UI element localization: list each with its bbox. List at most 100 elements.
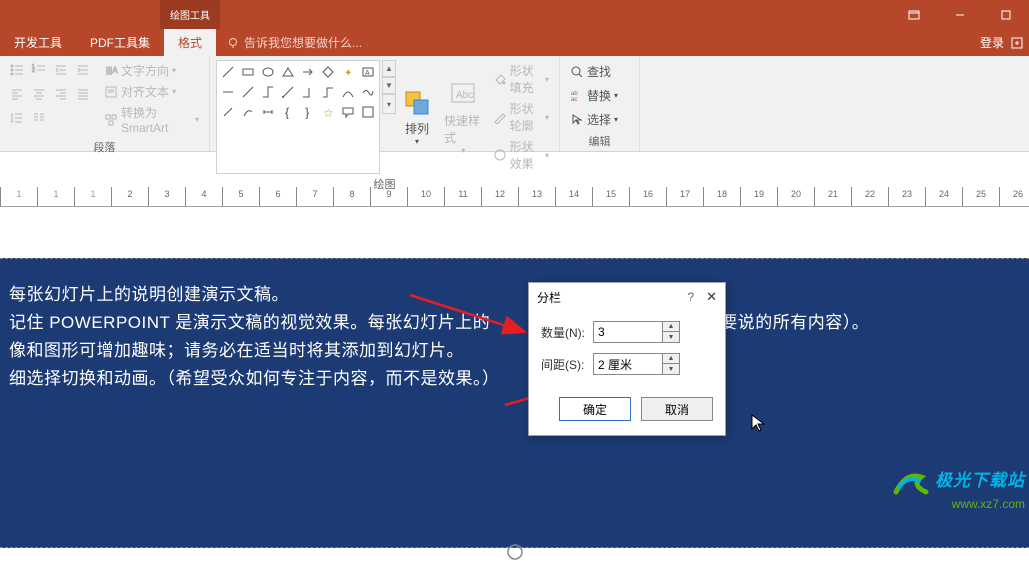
ok-button[interactable]: 确定: [559, 397, 631, 421]
ruler-tick: 11: [444, 187, 481, 206]
shape-oval-icon[interactable]: [259, 63, 277, 81]
shape-action-icon[interactable]: [359, 103, 377, 121]
shape-curve-icon[interactable]: [339, 83, 357, 101]
shape-rbrace-icon[interactable]: }: [299, 103, 317, 121]
justify-icon[interactable]: [72, 84, 94, 104]
minimize-icon[interactable]: [937, 0, 983, 29]
align-center-icon[interactable]: [28, 84, 50, 104]
shape-doubleelbow-icon[interactable]: [319, 83, 337, 101]
shape-connector4-icon[interactable]: [279, 83, 297, 101]
spacing-input[interactable]: [593, 353, 663, 375]
ruler-tick: 16: [629, 187, 666, 206]
columns-icon[interactable]: [28, 108, 50, 128]
spin-up-icon[interactable]: ▲: [663, 322, 679, 332]
watermark: 极光下载站 www.xz7.com: [891, 466, 1025, 511]
spacing-spinner[interactable]: ▲▼: [663, 353, 680, 375]
spin-down-icon[interactable]: ▼: [663, 332, 679, 342]
paragraph-align-buttons: 12: [6, 60, 94, 137]
svg-text:Abc: Abc: [456, 90, 473, 101]
shape-more-icon[interactable]: ▾: [382, 94, 396, 114]
shape-outline-button[interactable]: 形状轮廓▾: [489, 98, 553, 136]
ribbon-tab-row: 开发工具 PDF工具集 格式 告诉我您想要做什么... 登录: [0, 29, 1029, 56]
ruler-tick: 13: [518, 187, 555, 206]
horizontal-ruler[interactable]: 1112345678910111213141516171819202122232…: [0, 187, 1029, 207]
shape-fill-button[interactable]: 形状填充▾: [489, 60, 553, 98]
shape-star2-icon[interactable]: ☆: [319, 103, 337, 121]
tell-me-search[interactable]: 告诉我您想要做什么...: [226, 29, 362, 56]
spin-up-icon[interactable]: ▲: [663, 354, 679, 364]
shape-extra3-icon[interactable]: [259, 103, 277, 121]
bullets-icon[interactable]: [6, 60, 28, 80]
text-direction-button[interactable]: |||A文字方向▾: [100, 60, 203, 81]
text-box-content[interactable]: 每张幻灯片上的说明创建演示文稿。 记住 POWERPOINT 是演示文稿的视觉效…: [9, 281, 1020, 393]
numbering-icon[interactable]: 12: [28, 60, 50, 80]
arrange-button[interactable]: 排列 ▾: [396, 60, 438, 174]
shape-freeform-icon[interactable]: [359, 83, 377, 101]
shape-up-icon[interactable]: ▲: [382, 60, 396, 77]
find-button[interactable]: 查找: [566, 61, 622, 82]
shape-elbow-icon[interactable]: [299, 83, 317, 101]
shape-line-icon[interactable]: [219, 63, 237, 81]
tab-developer[interactable]: 开发工具: [0, 29, 76, 56]
text-box-shape[interactable]: 每张幻灯片上的说明创建演示文稿。 记住 POWERPOINT 是演示文稿的视觉效…: [0, 258, 1029, 548]
shape-diamond-icon[interactable]: [319, 63, 337, 81]
align-left-icon[interactable]: [6, 84, 28, 104]
ribbon-group-paragraph-label: 段落: [6, 137, 203, 155]
shape-extra1-icon[interactable]: [219, 103, 237, 121]
dialog-help-icon[interactable]: ?: [687, 290, 694, 304]
line-spacing-icon[interactable]: [6, 108, 28, 128]
slide-editor[interactable]: 每张幻灯片上的说明创建演示文稿。 记住 POWERPOINT 是演示文稿的视觉效…: [0, 210, 1029, 550]
align-right-icon[interactable]: [50, 84, 72, 104]
ruler-tick: 1: [74, 187, 111, 206]
dialog-close-icon[interactable]: ✕: [706, 289, 717, 305]
maximize-icon[interactable]: [983, 0, 1029, 29]
cancel-button[interactable]: 取消: [641, 397, 713, 421]
shape-connector2-icon[interactable]: [239, 83, 257, 101]
ruler-tick: 19: [740, 187, 777, 206]
tab-format[interactable]: 格式: [164, 29, 216, 56]
convert-smartart-label: 转换为 SmartArt: [121, 104, 192, 135]
columns-dialog: 分栏 ? ✕ 数量(N): ▲▼ 间距(S): ▲▼ 确定 取消: [528, 282, 726, 436]
sign-in-link[interactable]: 登录: [980, 29, 1024, 56]
share-icon: [1010, 36, 1024, 50]
shape-gallery[interactable]: ✦ A { } ☆: [216, 60, 380, 174]
shape-down-icon[interactable]: ▼: [382, 77, 396, 94]
ribbon-group-editing: 查找 abac替换▾ 选择▾ 编辑: [560, 56, 640, 151]
dialog-titlebar[interactable]: 分栏 ? ✕: [529, 283, 725, 311]
shape-effects-button[interactable]: 形状效果▾: [489, 136, 553, 174]
ribbon-display-options-icon[interactable]: [891, 0, 937, 29]
count-spinner[interactable]: ▲▼: [663, 321, 680, 343]
tab-pdf-tools[interactable]: PDF工具集: [76, 29, 164, 56]
shape-callout-icon[interactable]: [339, 103, 357, 121]
rotate-handle-icon[interactable]: [505, 542, 525, 567]
decrease-indent-icon[interactable]: [50, 60, 72, 80]
select-button[interactable]: 选择▾: [566, 109, 622, 130]
quick-styles-button[interactable]: Abc 快速样式 ▾: [438, 60, 489, 174]
ruler-tick: 25: [962, 187, 999, 206]
title-bar: 绘图工具: [0, 0, 1029, 29]
convert-smartart-button[interactable]: 转换为 SmartArt▾: [100, 102, 203, 137]
align-text-button[interactable]: 对齐文本▾: [100, 81, 203, 102]
dialog-title-text: 分栏: [537, 289, 687, 306]
shape-effects-label: 形状效果: [510, 138, 542, 172]
shape-arrow-right-icon[interactable]: [299, 63, 317, 81]
watermark-logo-icon: [891, 467, 931, 497]
shape-connector3-icon[interactable]: [259, 83, 277, 101]
text-direction-label: 文字方向: [121, 62, 169, 79]
shape-star-icon[interactable]: ✦: [339, 63, 357, 81]
shape-lbrace-icon[interactable]: {: [279, 103, 297, 121]
shape-gallery-scroll[interactable]: ▲ ▼ ▾: [382, 60, 396, 174]
shape-triangle-icon[interactable]: [279, 63, 297, 81]
shape-connector1-icon[interactable]: [219, 83, 237, 101]
spin-down-icon[interactable]: ▼: [663, 364, 679, 374]
ruler-tick: 10: [407, 187, 444, 206]
ruler-tick: 1: [0, 187, 37, 206]
count-input[interactable]: [593, 321, 663, 343]
replace-button[interactable]: abac替换▾: [566, 85, 622, 106]
svg-text:☆: ☆: [323, 106, 334, 119]
shape-rect-icon[interactable]: [239, 63, 257, 81]
shape-textbox-icon[interactable]: A: [359, 63, 377, 81]
ruler-tick: 24: [925, 187, 962, 206]
shape-extra2-icon[interactable]: [239, 103, 257, 121]
increase-indent-icon[interactable]: [72, 60, 94, 80]
